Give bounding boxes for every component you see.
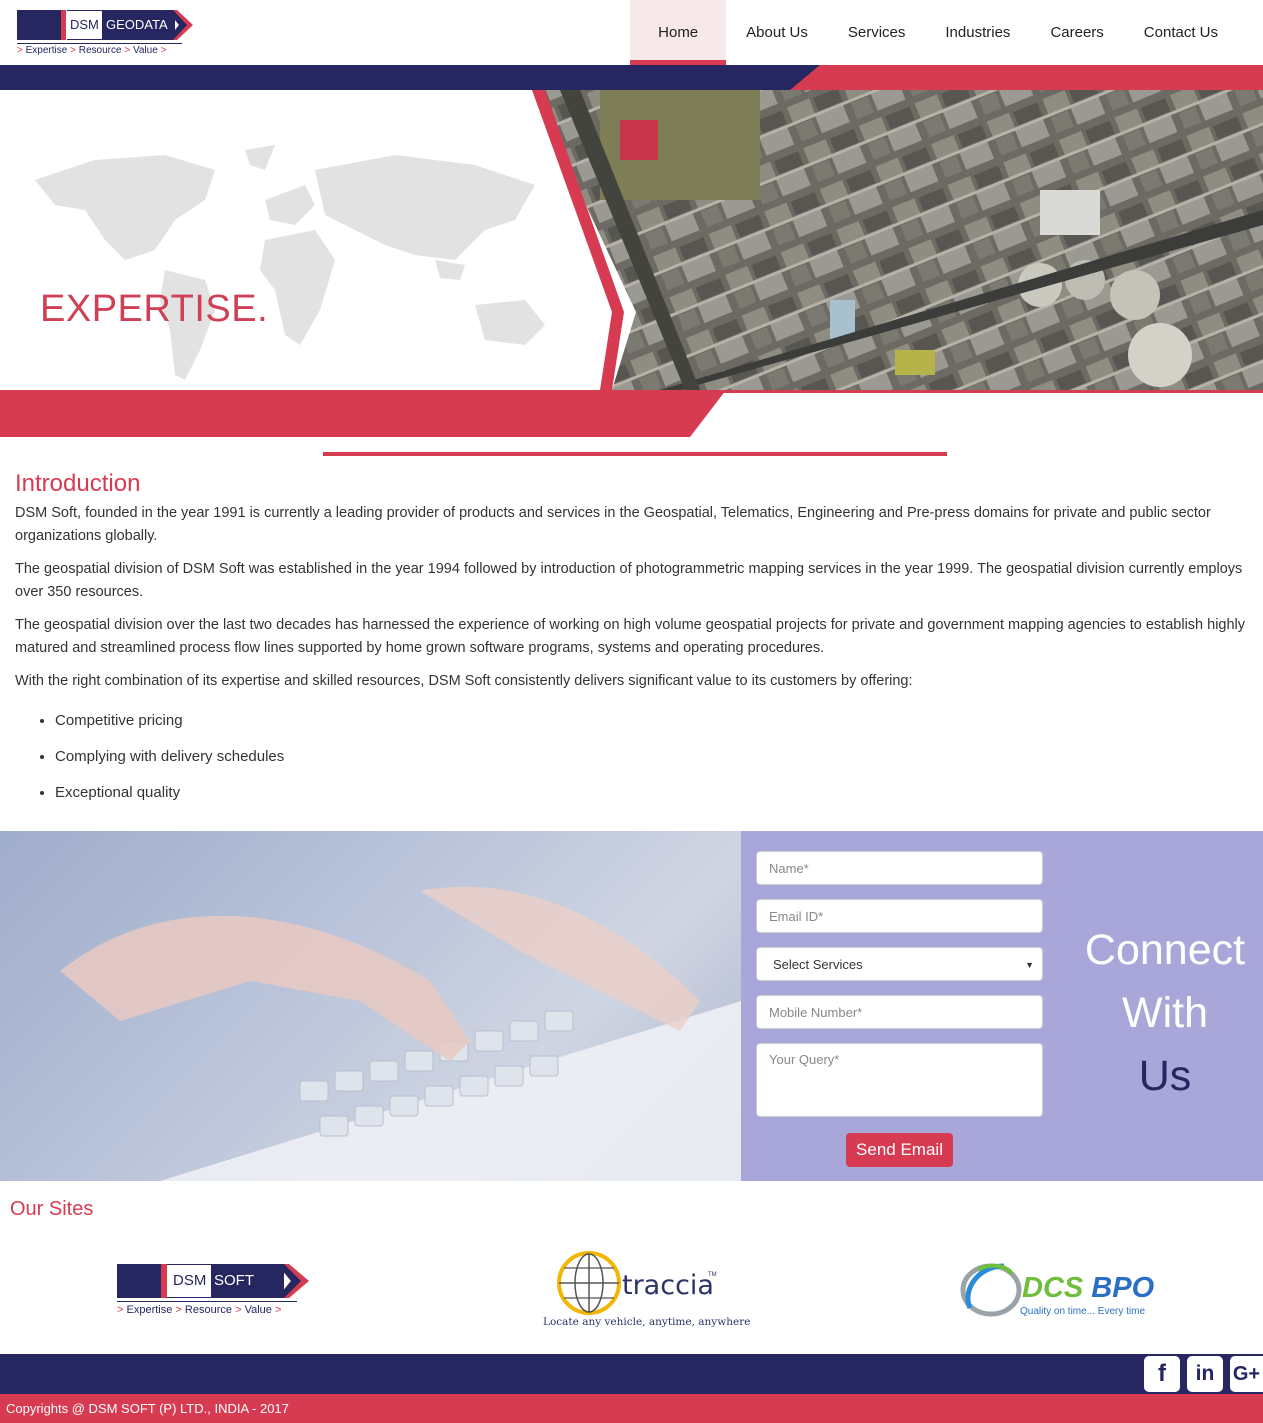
banner-top-band	[0, 65, 1263, 90]
nav-about-us[interactable]: About Us	[726, 0, 828, 65]
logo-stripe	[61, 10, 66, 40]
logo-tagline: > Expertise > Resource > Value >	[17, 43, 182, 56]
traccia-site-link[interactable]: traccia TM Locate any vehicle, anytime, …	[540, 1250, 750, 1332]
offering-item: Complying with delivery schedules	[55, 739, 1250, 775]
offering-item: Exceptional quality	[55, 775, 1250, 811]
logo-text-left: DSM	[67, 10, 103, 40]
logo-arrow-icon	[167, 10, 193, 40]
contact-section: Name* Email ID* Select Services ▼ Mobile…	[0, 831, 1263, 1181]
site-header: DSM GEODATA > Expertise > Resource > Val…	[0, 0, 1263, 65]
nav-services[interactable]: Services	[828, 0, 926, 65]
logo-text-right: GEODATA	[103, 10, 175, 40]
offering-item: Competitive pricing	[55, 703, 1250, 739]
tag-expertise: Expertise	[25, 45, 68, 56]
chevron-down-icon: ▼	[1025, 960, 1034, 970]
tag-value: Value	[132, 45, 158, 56]
section-divider	[323, 452, 947, 456]
nav-contact-us[interactable]: Contact Us	[1124, 0, 1238, 65]
nav-home[interactable]: Home	[630, 0, 727, 65]
facebook-icon[interactable]: f	[1144, 1356, 1180, 1392]
dsmsoft-logo-mark	[117, 1264, 161, 1298]
bpo-text: BPO	[1091, 1272, 1155, 1304]
email-input[interactable]: Email ID*	[756, 899, 1043, 933]
intro-paragraph-3: The geospatial division over the last tw…	[15, 617, 1246, 656]
name-input[interactable]: Name*	[756, 851, 1043, 885]
dcs-text: DCS	[1022, 1272, 1084, 1304]
intro-paragraph-4: With the right combination of its expert…	[15, 673, 913, 689]
nav-industries[interactable]: Industries	[925, 0, 1030, 65]
dsmsoft-arrow-icon	[277, 1264, 309, 1298]
hero-headline: EXPERTISE.	[40, 288, 269, 330]
intro-paragraph-1: DSM Soft, founded in the year 1991 is cu…	[15, 505, 1211, 544]
dsmsoft-tag-value: Value	[244, 1304, 272, 1316]
traccia-tagline: Locate any vehicle, anytime, anywhere	[543, 1316, 751, 1328]
dcs-tagline: Quality on time... Every time	[1020, 1306, 1146, 1317]
introduction-section: Introduction DSM Soft, founded in the ye…	[15, 470, 1250, 811]
connect-heading: Connect With Us	[1070, 919, 1260, 1108]
hero-banner: EXPERTISE.	[0, 90, 1263, 390]
query-textarea[interactable]: Your Query*	[756, 1043, 1043, 1117]
google-plus-icon[interactable]: G+	[1230, 1356, 1263, 1392]
dsmsoft-tag-resource: Resource	[184, 1304, 232, 1316]
keyboard-hands-image	[0, 831, 741, 1181]
dsmsoft-text-left: DSM	[167, 1264, 212, 1298]
dcs-bpo-site-link[interactable]: DCS BPO Quality on time... Every time	[960, 1260, 1160, 1320]
banner-bottom-band	[0, 390, 1263, 437]
services-selected-value: Select Services	[773, 957, 863, 972]
world-map-graphic	[35, 145, 545, 380]
connect-line-3: Us	[1138, 1052, 1192, 1100]
traccia-wordmark: traccia	[622, 1270, 714, 1301]
tag-resource: Resource	[78, 45, 122, 56]
logo-mark	[17, 10, 61, 40]
intro-title: Introduction	[15, 470, 141, 497]
dsm-soft-site-link[interactable]: DSM SOFT > Expertise > Resource > Value …	[117, 1264, 312, 1320]
dsmsoft-text-right: SOFT	[212, 1264, 284, 1298]
footer-social-bar	[0, 1354, 1263, 1394]
connect-line-1: Connect	[1084, 926, 1246, 974]
our-sites-title: Our Sites	[10, 1198, 94, 1220]
traccia-trademark: TM	[708, 1272, 717, 1278]
mobile-input[interactable]: Mobile Number*	[756, 995, 1043, 1029]
globe-icon	[557, 1251, 621, 1315]
send-email-button[interactable]: Send Email	[846, 1133, 953, 1167]
services-select[interactable]: Select Services ▼	[756, 947, 1043, 981]
dsmsoft-tagline: > Expertise > Resource > Value >	[117, 1301, 297, 1316]
intro-paragraph-2: The geospatial division of DSM Soft was …	[15, 561, 1243, 600]
dsm-geodata-logo[interactable]: DSM GEODATA > Expertise > Resource > Val…	[17, 10, 197, 58]
nav-careers[interactable]: Careers	[1030, 0, 1123, 65]
connect-line-2: With	[1122, 989, 1208, 1037]
linkedin-icon[interactable]: in	[1187, 1356, 1223, 1392]
main-nav: Home About Us Services Industries Career…	[630, 0, 1238, 65]
contact-form: Name* Email ID* Select Services ▼ Mobile…	[756, 851, 1043, 1131]
dsmsoft-tag-expertise: Expertise	[126, 1304, 173, 1316]
dcs-bpo-wordmark: DCS BPO	[1022, 1272, 1154, 1305]
copyright-bar: Copyrights @ DSM SOFT (P) LTD., INDIA - …	[0, 1394, 1263, 1423]
offering-list: Competitive pricing Complying with deliv…	[55, 703, 1250, 811]
banner-top-red-stripe	[790, 65, 1263, 90]
dcs-swoosh-icon	[960, 1263, 1022, 1317]
